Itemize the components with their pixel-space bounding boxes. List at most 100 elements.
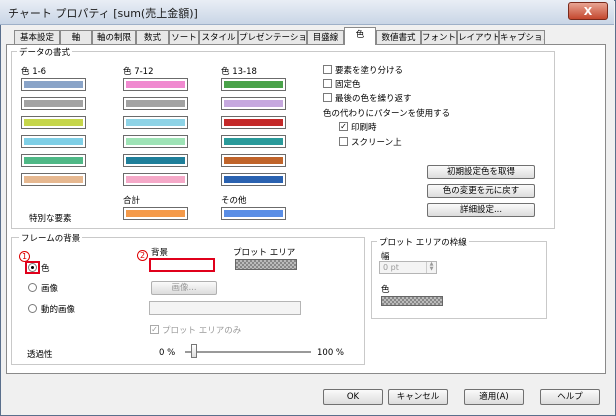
advanced-button[interactable]: 詳細設定... xyxy=(427,203,535,217)
color-swatch-16[interactable] xyxy=(221,135,286,148)
dynamic-image-field[interactable] xyxy=(149,301,301,315)
use-patterns-label: 色の代わりにパターンを使用する xyxy=(323,109,451,119)
transparency-slider-thumb[interactable] xyxy=(191,344,197,358)
screen-pattern-checkbox[interactable] xyxy=(339,137,348,146)
tab-4[interactable]: ソート xyxy=(169,30,199,44)
tab-12[interactable]: キャプション xyxy=(499,30,545,44)
tab-5[interactable]: スタイル xyxy=(199,30,238,44)
border-width-input[interactable]: 0 pt ▲ ▼ xyxy=(379,261,437,274)
color-swatch-15[interactable] xyxy=(221,116,286,129)
color-radio[interactable] xyxy=(28,263,37,272)
repeat-last-color-label: 最後の色を繰り返す xyxy=(335,94,412,104)
color-swatch-10[interactable] xyxy=(123,135,188,148)
image-radio[interactable] xyxy=(28,283,37,292)
color-swatch-fill xyxy=(224,100,283,107)
undo-color-changes-button[interactable]: 色の変更を元に戻す xyxy=(427,184,535,198)
color-swatch-6[interactable] xyxy=(21,173,86,186)
dynamic-image-radio[interactable] xyxy=(28,304,37,313)
ok-button[interactable]: OK xyxy=(323,389,383,405)
other-color-swatch[interactable] xyxy=(221,207,286,220)
tab-9[interactable]: 数値書式 xyxy=(376,30,421,44)
transparency-label: 透過性 xyxy=(27,350,53,360)
color-swatch-fill xyxy=(24,119,83,126)
color-radio-label: 色 xyxy=(41,264,50,274)
multicolored-checkbox[interactable] xyxy=(323,65,332,74)
color-swatch-fill xyxy=(224,138,283,145)
color-swatch-fill xyxy=(126,176,185,183)
tab-10[interactable]: フォント xyxy=(421,30,457,44)
annotation-marker-2: 2 xyxy=(137,250,148,261)
color-swatch-fill xyxy=(24,100,83,107)
color-swatch-4[interactable] xyxy=(21,135,86,148)
color-swatch-2[interactable] xyxy=(21,97,86,110)
apply-button[interactable]: 適用(A) xyxy=(464,389,524,405)
color-swatch-18[interactable] xyxy=(221,173,286,186)
background-color-swatch[interactable] xyxy=(149,258,215,272)
image-radio-label: 画像 xyxy=(41,284,59,294)
color-swatch-1[interactable] xyxy=(21,78,86,91)
color-swatch-fill xyxy=(24,157,83,164)
color-swatch-fill xyxy=(126,100,185,107)
persistent-colors-checkbox[interactable] xyxy=(323,79,332,88)
color-swatch-5[interactable] xyxy=(21,154,86,167)
color-swatch-fill xyxy=(126,119,185,126)
special-elements-label: 特別な要素 xyxy=(29,214,72,224)
plot-area-border-title: プロット エリアの枠線 xyxy=(377,236,469,248)
other-label: その他 xyxy=(221,196,247,206)
dynamic-image-radio-label: 動的画像 xyxy=(41,305,76,315)
color-col2-label: 色 7-12 xyxy=(123,67,154,77)
color-swatch-14[interactable] xyxy=(221,97,286,110)
tab-8[interactable]: 色 xyxy=(344,27,376,45)
tab-panel: データの書式 色 1-6 色 7-12 色 13-18 合計 その他 特別な要素… xyxy=(6,44,606,374)
tab-2[interactable]: 軸の制限 xyxy=(92,30,136,44)
color-swatch-fill xyxy=(24,81,83,88)
color-swatch-7[interactable] xyxy=(123,78,188,91)
color-swatch-fill xyxy=(126,157,185,164)
transparency-slider-track[interactable] xyxy=(185,351,311,353)
tab-6[interactable]: プレゼンテーション xyxy=(238,30,307,44)
help-button[interactable]: ヘルプ xyxy=(540,389,600,405)
color-col3-label: 色 13-18 xyxy=(221,67,257,77)
color-swatch-fill xyxy=(224,176,283,183)
color-swatch-fill xyxy=(224,81,283,88)
color-col1-label: 色 1-6 xyxy=(21,67,47,77)
color-swatch-13[interactable] xyxy=(221,78,286,91)
default-colors-button[interactable]: 初期設定色を取得 xyxy=(427,165,535,179)
frame-background-title: フレームの背景 xyxy=(19,232,83,244)
tab-3[interactable]: 数式 xyxy=(136,30,169,44)
print-pattern-checkbox[interactable]: ✓ xyxy=(339,122,348,131)
plot-area-only-checkbox[interactable]: ✓ xyxy=(150,325,159,334)
total-label: 合計 xyxy=(123,196,141,206)
color-swatch-17[interactable] xyxy=(221,154,286,167)
border-color-label: 色 xyxy=(381,285,390,295)
close-button[interactable]: X xyxy=(568,2,608,20)
color-swatch-11[interactable] xyxy=(123,154,188,167)
total-color-fill xyxy=(126,210,185,217)
window-title: チャート プロパティ [sum(売上金額)] xyxy=(8,7,198,20)
color-swatch-fill xyxy=(224,119,283,126)
print-pattern-label: 印刷時 xyxy=(351,123,377,133)
image-button[interactable]: 画像... xyxy=(151,281,217,295)
other-color-fill xyxy=(224,210,283,217)
multicolored-label: 要素を塗り分ける xyxy=(335,66,404,76)
color-swatch-12[interactable] xyxy=(123,173,188,186)
border-width-value: 0 pt xyxy=(383,263,399,272)
tab-0[interactable]: 基本設定 xyxy=(14,30,60,44)
tab-11[interactable]: レイアウト xyxy=(457,30,499,44)
tab-1[interactable]: 軸 xyxy=(60,30,92,44)
color-swatch-fill xyxy=(224,157,283,164)
repeat-last-color-checkbox[interactable] xyxy=(323,93,332,102)
tab-7[interactable]: 目盛線 xyxy=(307,30,344,44)
color-swatch-3[interactable] xyxy=(21,116,86,129)
color-swatch-9[interactable] xyxy=(123,116,188,129)
border-width-spinner[interactable]: ▲ ▼ xyxy=(426,262,436,273)
total-color-swatch[interactable] xyxy=(123,207,188,220)
data-appearance-title: データの書式 xyxy=(17,46,73,58)
plot-area-label: プロット エリア xyxy=(233,248,296,258)
color-swatch-8[interactable] xyxy=(123,97,188,110)
transparency-min-label: 0 % xyxy=(159,348,176,358)
plot-area-color-swatch[interactable] xyxy=(235,259,297,270)
cancel-button[interactable]: キャンセル xyxy=(388,389,448,405)
border-color-swatch[interactable] xyxy=(381,296,443,306)
transparency-max-label: 100 % xyxy=(317,348,345,358)
